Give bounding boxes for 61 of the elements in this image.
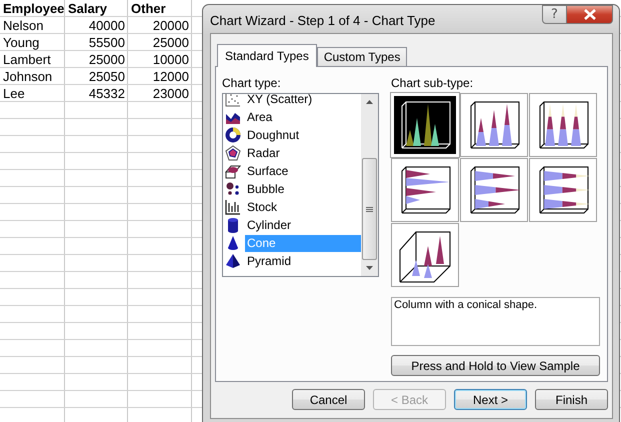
table-cell-text: 55500 (88, 34, 126, 51)
table-cell-text: 25000 (152, 34, 190, 51)
chart-type-item[interactable]: Area (245, 108, 361, 126)
chart-subtype-option[interactable] (460, 158, 528, 222)
chart-subtype-option[interactable] (529, 93, 597, 157)
tab[interactable]: Standard Types (217, 44, 317, 67)
scroll-thumb[interactable] (362, 158, 377, 260)
tab[interactable]: Custom Types (316, 47, 408, 66)
chart-type-item[interactable]: Cylinder (245, 216, 361, 234)
chart-type-item[interactable]: Surface (245, 162, 361, 180)
window-title: Chart Wizard - Step 1 of 4 - Chart Type (210, 12, 436, 28)
chart-type-item[interactable]: Doughnut (245, 126, 361, 144)
chart-type-item[interactable]: Bubble (245, 180, 361, 198)
column-header: Salary (67, 0, 108, 17)
close-icon (584, 9, 596, 20)
chart-subtype-option[interactable] (391, 158, 459, 222)
scroll-up-icon[interactable] (366, 100, 373, 104)
help-button[interactable]: ? (542, 5, 567, 24)
table-cell-text: 23000 (152, 85, 190, 102)
close-button[interactable] (567, 5, 613, 24)
chart-subtype-option[interactable] (460, 93, 528, 157)
bubble-chart-icon (225, 181, 241, 197)
table-cell-text: 45332 (88, 85, 126, 102)
view-sample-button[interactable]: Press and Hold to View Sample (391, 355, 600, 376)
chart-subtype-option[interactable] (391, 223, 459, 287)
pyramid-chart-icon (225, 253, 241, 269)
chart-subtype-option[interactable] (529, 158, 597, 222)
cylinder-chart-icon (225, 217, 241, 233)
scrollbar[interactable] (361, 94, 378, 276)
stock-chart-icon (225, 199, 241, 215)
table-cell-text: Young (2, 34, 40, 51)
chart-type-item[interactable]: XY (Scatter) (245, 94, 361, 108)
grip-icon (366, 206, 373, 212)
dialog-button[interactable]: Cancel (292, 389, 365, 410)
table-cell-text: 10000 (152, 51, 190, 68)
table-cell-text: 20000 (152, 17, 190, 34)
dialog-button[interactable]: Finish (535, 389, 608, 410)
cone-chart-icon (225, 235, 241, 251)
table-cell-text: 25000 (88, 51, 126, 68)
chart-subtype-label: Chart sub-type: (391, 76, 474, 91)
table-cell-text: Lambert (2, 51, 52, 68)
column-header: Other (130, 0, 167, 17)
dialog-button[interactable]: Next > (454, 389, 527, 410)
chart-type-item[interactable]: Pyramid (245, 252, 361, 270)
description-text: Column with a conical shape. (394, 299, 538, 311)
column-header: Employee (2, 0, 65, 17)
chart-type-list[interactable]: XY (Scatter) Area Doughnut Radar Surface Bubble Stock Cylinder Cone Pyramid (222, 93, 379, 277)
table-cell-text: 12000 (152, 68, 190, 85)
chart-type-item[interactable]: Radar (245, 144, 361, 162)
scroll-down-icon[interactable] (366, 266, 373, 270)
surface-chart-icon (225, 163, 241, 179)
table-cell-text: Johnson (2, 68, 54, 85)
scatter-chart-icon (225, 94, 241, 107)
table-cell-text: Lee (2, 85, 26, 102)
table-cell-text: Nelson (2, 17, 44, 34)
chart-type-label: Chart type: (222, 76, 282, 91)
table-cell-text: 40000 (88, 17, 126, 34)
table-cell-text: 25050 (88, 68, 126, 85)
radar-chart-icon (225, 145, 241, 161)
chart-type-item[interactable]: Stock (245, 198, 361, 216)
doughnut-chart-icon (225, 127, 241, 143)
